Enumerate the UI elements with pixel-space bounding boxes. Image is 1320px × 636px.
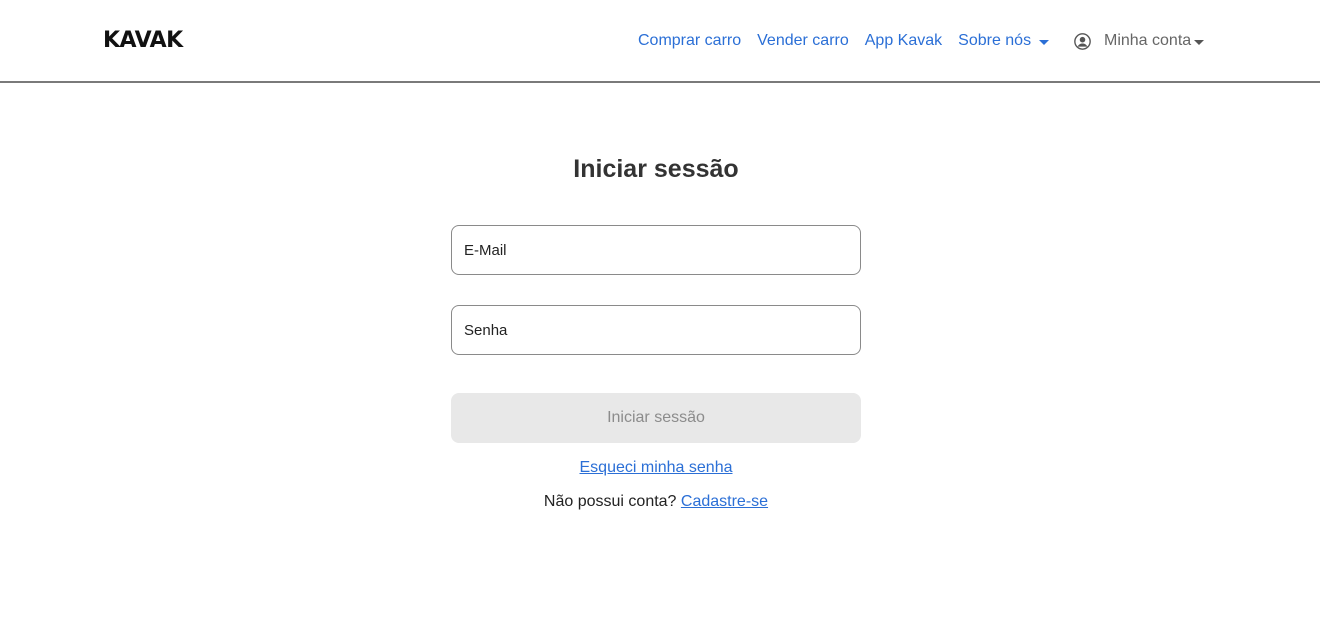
forgot-password-link[interactable]: Esqueci minha senha — [580, 459, 733, 476]
login-submit-button[interactable]: Iniciar sessão — [451, 393, 861, 443]
kavak-logo[interactable]: KAVAK — [103, 29, 183, 53]
login-form: Iniciar sessão Iniciar sessão Esqueci mi… — [451, 150, 861, 510]
account-menu[interactable]: Minha conta — [1074, 30, 1205, 52]
user-circle-icon — [1074, 32, 1091, 50]
top-header: KAVAK Comprar carro Vender carro App Kav… — [0, 0, 1320, 83]
email-input[interactable] — [451, 225, 861, 275]
caret-down-icon — [1194, 39, 1205, 45]
caret-down-icon — [1039, 39, 1050, 45]
page-title: Iniciar sessão — [573, 155, 739, 183]
logo-text: KAVAK — [103, 28, 183, 53]
account-label: Minha conta — [1104, 32, 1192, 49]
nav-link-app-kavak[interactable]: App Kavak — [865, 30, 942, 52]
nav-dropdown-label: Sobre nós — [958, 32, 1032, 49]
signup-link[interactable]: Cadastre-se — [681, 493, 768, 510]
main-nav: Comprar carro Vender carro App Kavak Sob… — [638, 30, 1065, 52]
forgot-password-row: Esqueci minha senha — [451, 457, 861, 479]
nav-link-comprar-carro[interactable]: Comprar carro — [638, 30, 741, 52]
signup-row: Não possui conta? Cadastre-se — [451, 491, 861, 513]
no-account-text: Não possui conta? — [543, 493, 681, 510]
nav-dropdown-sobre-nos[interactable]: Sobre nós — [958, 30, 1050, 52]
nav-link-vender-carro[interactable]: Vender carro — [757, 30, 849, 52]
password-input[interactable] — [451, 305, 861, 355]
